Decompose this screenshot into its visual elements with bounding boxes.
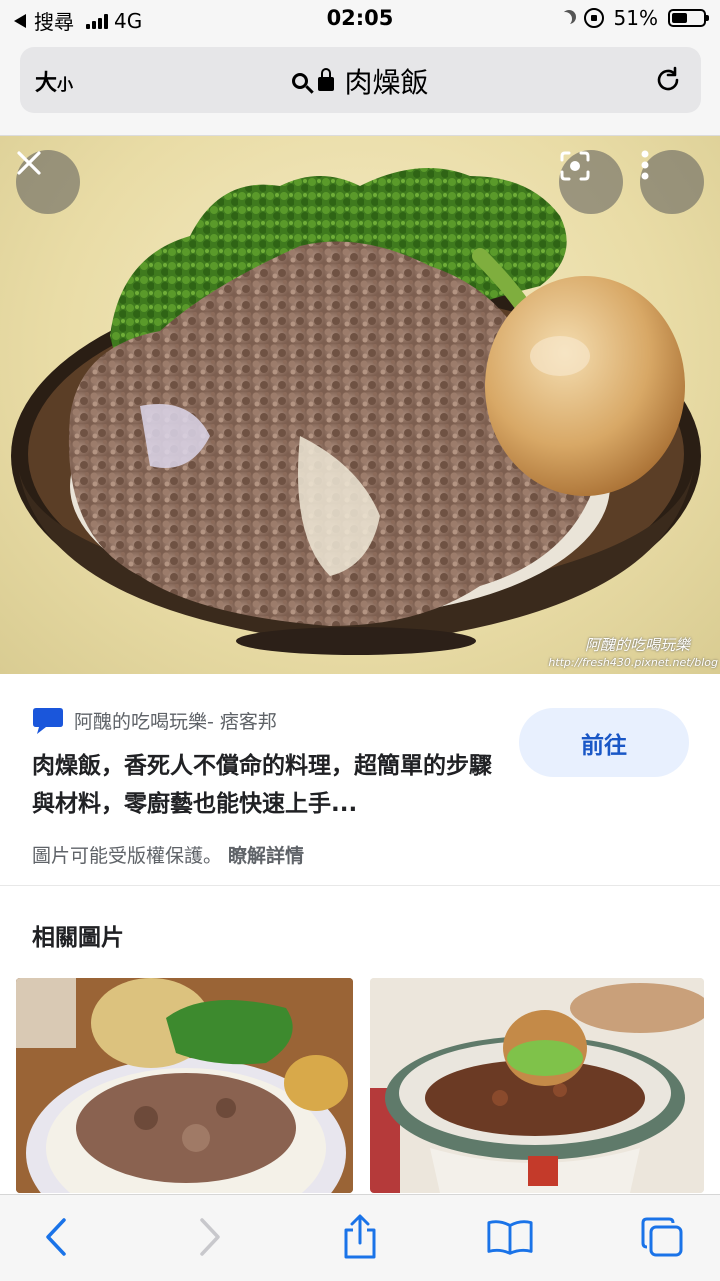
safari-top-bar: 大小 肉燥飯 <box>0 40 720 136</box>
result-title[interactable]: 肉燥飯，香死人不償命的料理，超簡單的步驟與材料，零廚藝也能快速上手... <box>32 747 502 823</box>
lock-icon <box>318 68 335 91</box>
image-watermark-url: http://fresh430.pixnet.net/blog <box>548 656 718 669</box>
lens-icon <box>560 151 590 181</box>
site-favicon-icon <box>33 708 63 734</box>
search-icon <box>292 73 309 89</box>
url-field[interactable]: 肉燥飯 <box>20 61 701 101</box>
chevron-right-icon <box>200 1218 220 1256</box>
related-image-2[interactable] <box>370 978 704 1193</box>
close-icon <box>17 151 41 175</box>
site-name[interactable]: 阿醜的吃喝玩樂- 痞客邦 <box>74 707 277 734</box>
more-options-button[interactable] <box>640 150 704 214</box>
reload-icon[interactable] <box>653 65 683 95</box>
tabs-button[interactable] <box>638 1213 686 1261</box>
result-info-panel: 阿醜的吃喝玩樂- 痞客邦 肉燥飯，香死人不償命的料理，超簡單的步驟與材料，零廚藝… <box>0 675 720 886</box>
chevron-left-icon <box>46 1218 66 1256</box>
visit-button[interactable]: 前往 <box>519 708 689 777</box>
image-watermark: 阿醜的吃喝玩樂 <box>584 636 690 654</box>
close-button[interactable] <box>16 150 80 214</box>
address-bar[interactable]: 大小 肉燥飯 <box>20 47 701 113</box>
related-image-1[interactable] <box>16 978 353 1193</box>
forward-button[interactable] <box>186 1213 234 1261</box>
share-icon <box>344 1214 376 1259</box>
url-text[interactable]: 肉燥飯 <box>344 61 428 101</box>
more-vert-icon <box>641 150 649 180</box>
status-bar: 搜尋 4G 02:05 51% <box>0 0 720 40</box>
do-not-disturb-icon <box>558 12 572 26</box>
related-photo-1 <box>16 978 353 1193</box>
book-icon <box>487 1220 533 1255</box>
tabs-icon <box>641 1217 683 1257</box>
braised-pork-rice-photo <box>11 168 701 655</box>
source-site[interactable]: 阿醜的吃喝玩樂- 痞客邦 <box>32 705 277 735</box>
orientation-lock-icon <box>583 8 604 28</box>
hero-image[interactable]: 阿醜的吃喝玩樂 http://fresh430.pixnet.net/blog <box>0 136 720 674</box>
share-button[interactable] <box>336 1213 384 1261</box>
safari-bottom-toolbar <box>0 1194 720 1281</box>
copyright-notice: 圖片可能受版權保護。 <box>32 845 223 867</box>
battery-icon <box>668 9 709 27</box>
battery-percent: 51% <box>613 6 658 30</box>
status-right: 51% <box>558 6 709 30</box>
bookmarks-button[interactable] <box>486 1213 534 1261</box>
lens-search-button[interactable] <box>559 150 623 214</box>
related-images-heading: 相關圖片 <box>32 925 124 951</box>
back-button[interactable] <box>32 1213 80 1261</box>
learn-more-link[interactable]: 瞭解詳情 <box>228 845 304 867</box>
related-photo-2 <box>370 978 704 1193</box>
copyright-row: 圖片可能受版權保護。 瞭解詳情 <box>32 841 304 868</box>
battery-fill <box>672 13 687 23</box>
